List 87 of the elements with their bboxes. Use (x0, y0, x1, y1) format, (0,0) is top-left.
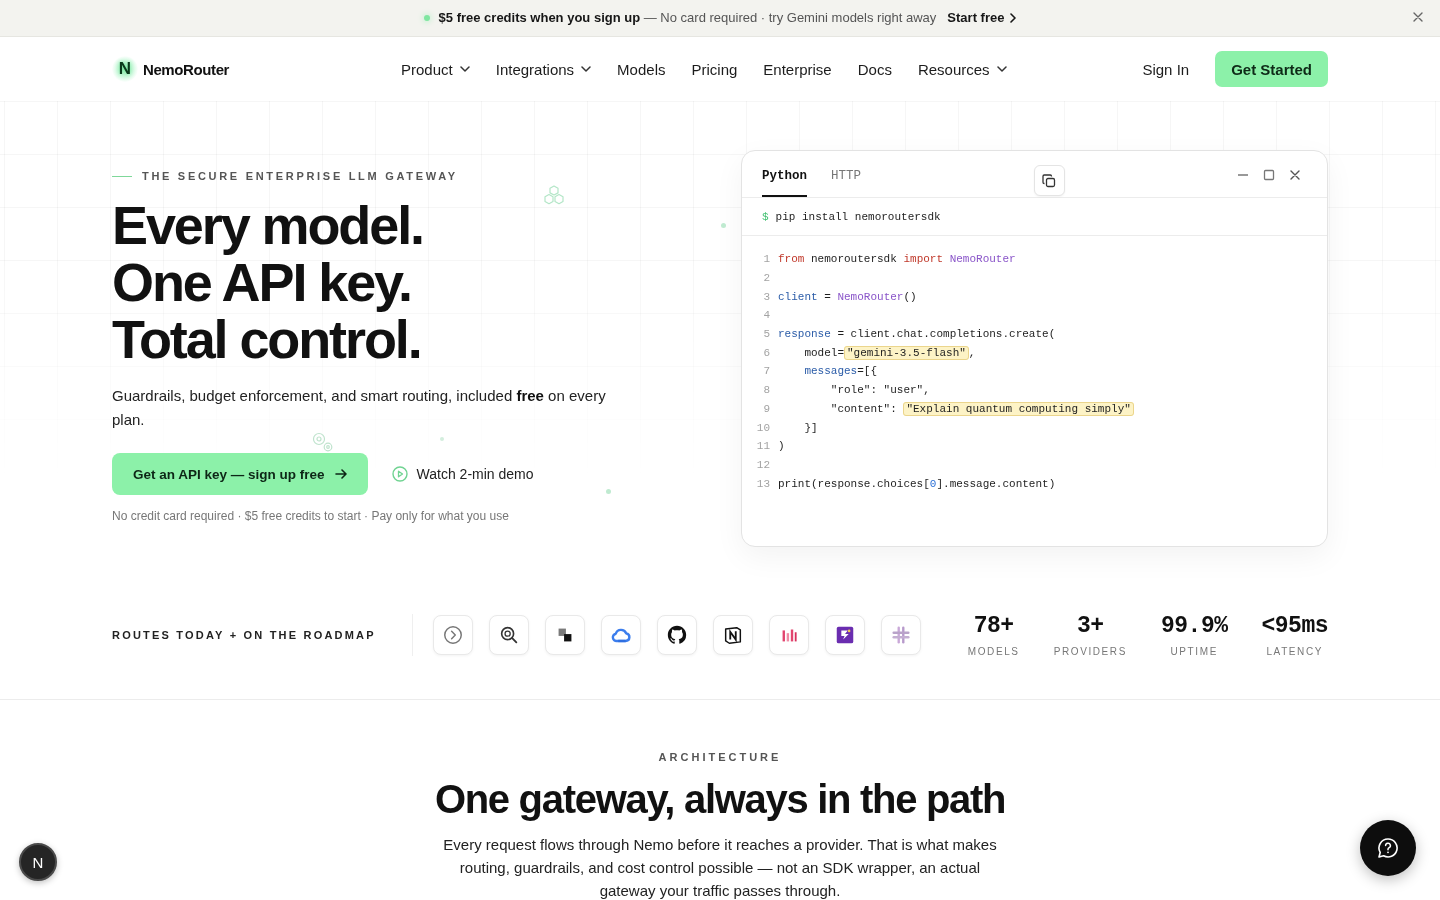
stat-label: UPTIME (1170, 645, 1218, 658)
install-command: pip install nemoroutersdk (775, 210, 941, 223)
maximize-button[interactable] (1263, 169, 1275, 181)
chat-button[interactable] (1360, 820, 1416, 876)
section-title: One gateway, always in the path (433, 776, 1007, 823)
code-line: client = NemoRouter() (778, 290, 917, 303)
banner-message: $5 free credits when you sign up — No card required · try Gemini models right away (438, 10, 937, 25)
arrow-right-icon (334, 468, 347, 480)
lightning-tile-icon (824, 614, 865, 655)
code-tab[interactable]: HTTP (831, 151, 862, 197)
caret-down-icon (996, 66, 1007, 72)
stat-value: 3+ (1077, 611, 1104, 640)
code-line: }] (803, 421, 818, 434)
line-number: 3 (762, 290, 771, 303)
letter-tile-icon (712, 614, 753, 655)
sign-in-link[interactable]: Sign In (1142, 60, 1190, 78)
nav-link[interactable]: Enterprise (763, 60, 832, 78)
bar-chart-icon (768, 614, 809, 655)
copy-button[interactable] (1033, 165, 1065, 196)
code-line: response = client.chat.completions.create( (778, 328, 1056, 341)
close-button[interactable] (1289, 169, 1301, 181)
magnifier-icon (488, 614, 529, 655)
stat-value: 99.9% (1160, 611, 1228, 640)
line-number: 8 (762, 384, 771, 397)
maximize-icon (1263, 169, 1275, 181)
line-number: 6 (762, 346, 771, 359)
caret-down-icon (581, 66, 592, 72)
gears-icon (312, 432, 334, 452)
start-free-link[interactable]: Start free (947, 10, 1017, 25)
nav-link[interactable]: Pricing (691, 60, 738, 78)
code-line: print(response.choices[0].message.content) (778, 477, 1056, 490)
caret-down-icon (459, 66, 470, 72)
stat-label: PROVIDERS (1053, 645, 1127, 658)
close-icon (1412, 11, 1424, 23)
stat-value: <95ms (1261, 611, 1328, 640)
dot-icon (423, 14, 430, 21)
hero-subtitle: Guardrails, budget enforcement, and smart routing, included free on every plan. (112, 386, 607, 430)
code-tab[interactable]: Python (762, 151, 807, 197)
section-body: Every request flows through Nemo before it reaches a provider. That is what makes routing, guardrails, and cost control possible — not an SDK wrapper, an actual gateway your traffic passes through. (442, 835, 998, 900)
line-number: 9 (762, 402, 771, 415)
stat-label: LATENCY (1266, 645, 1324, 658)
close-button[interactable] (1412, 11, 1424, 23)
dot-icon (440, 437, 444, 441)
nav-link[interactable]: Models (617, 60, 666, 78)
brand-name[interactable]: NemoRouter (143, 60, 229, 78)
line-number: 2 (762, 272, 771, 285)
section-eyebrow: ARCHITECTURE (657, 750, 783, 764)
line-number: 5 (762, 328, 771, 341)
line-number: 7 (762, 365, 771, 378)
code-line: "role": "user", (829, 384, 930, 397)
play-circle-icon (391, 466, 408, 482)
nav-link[interactable]: Docs (857, 60, 892, 78)
hash-icon (880, 614, 921, 655)
squares-icon (544, 614, 585, 655)
dot-icon (721, 223, 726, 228)
cat-silhouette-icon (656, 614, 697, 655)
cloud-icon (600, 614, 641, 655)
hero-eyebrow: THE SECURE ENTERPRISE LLM GATEWAY (142, 169, 458, 183)
line-number: 12 (755, 458, 771, 471)
line-number: 4 (762, 309, 771, 322)
code-line: messages=[{ (803, 365, 878, 378)
copy-icon (1042, 173, 1056, 188)
line-number: 1 (762, 253, 771, 266)
line-number: 11 (755, 440, 771, 453)
code-line: model= "gemini-3.5-flash" , (803, 346, 976, 359)
line-number: 13 (755, 477, 771, 490)
cubes-icon (542, 185, 566, 207)
hero-headline: Every model. One API key. Total control. (112, 197, 424, 368)
stat-value: 78+ (973, 611, 1014, 640)
avatar-button[interactable]: N (19, 843, 57, 881)
line-number: 10 (755, 421, 771, 434)
nav-link[interactable]: Integrations (495, 60, 592, 78)
hero-note: No credit card required · $5 free credits to start · Pay only for what you use (112, 508, 510, 524)
chevron-right-icon (1010, 12, 1017, 23)
get-started-button[interactable]: Get Started (1215, 51, 1328, 87)
chat-help-icon (1377, 837, 1399, 859)
stat-label: MODELS (967, 645, 1020, 658)
watch-demo-button[interactable]: Watch 2-min demo (391, 466, 534, 482)
prompt-symbol: $ (762, 210, 769, 223)
close-icon (1289, 169, 1301, 181)
code-line: from nemoroutersdk import NemoRouter (778, 253, 1016, 266)
dot-icon (606, 489, 611, 494)
api-key-button[interactable]: Get an API key — sign up free (112, 453, 368, 495)
routes-label: ROUTES TODAY + ON THE ROADMAP (112, 628, 376, 641)
nav-link[interactable]: Resources (917, 60, 1007, 78)
nav-link[interactable]: Product (401, 60, 470, 78)
code-line: ) (778, 440, 785, 453)
